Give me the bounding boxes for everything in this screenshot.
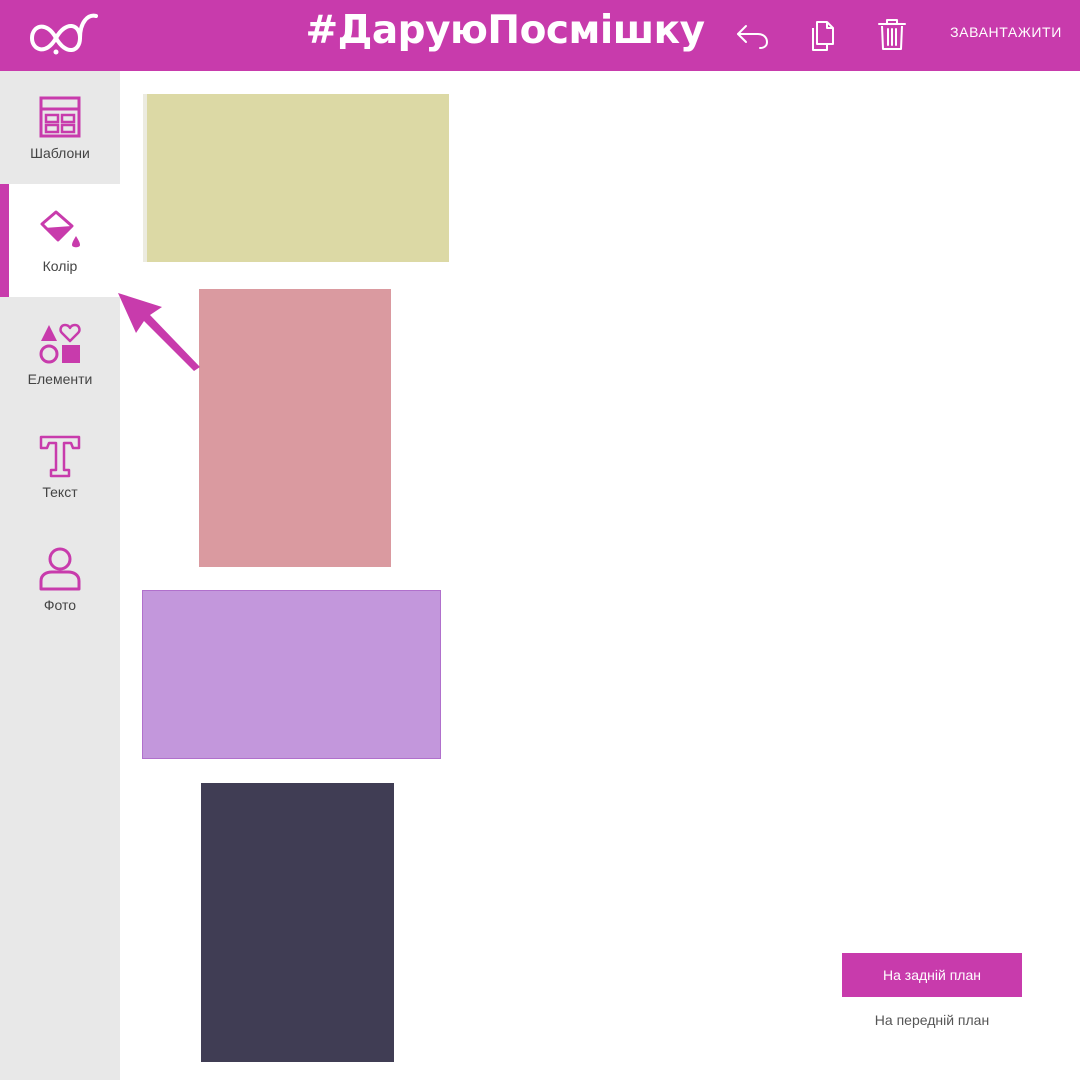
color-swatch-dusty-pink[interactable] (199, 289, 391, 567)
color-swatch-lavender[interactable] (142, 590, 441, 759)
campaign-title: #ДаруюПосмішку (305, 8, 705, 53)
sidebar-item-label: Колір (42, 258, 78, 274)
text-icon (38, 434, 82, 478)
send-to-back-button[interactable]: На задній план (842, 953, 1022, 997)
user-icon (38, 547, 82, 591)
active-indicator (0, 184, 9, 297)
editor-app: #ДаруюПосмішку ЗАВАНТАЖИТИ Шаблони Колір… (0, 0, 1080, 1080)
color-swatch-khaki[interactable] (143, 94, 449, 262)
sidebar-item-templates[interactable]: Шаблони (0, 71, 120, 184)
sidebar-item-text[interactable]: Текст (0, 410, 120, 523)
pointer-arrow-icon (118, 293, 200, 371)
sidebar-item-label: Шаблони (30, 145, 90, 161)
sidebar-item-photo[interactable]: Фото (0, 523, 120, 636)
sidebar-item-elements[interactable]: Елементи (0, 297, 120, 410)
duplicate-icon[interactable] (803, 14, 843, 54)
sidebar: Шаблони Колір Елементи Текст Фото (0, 71, 120, 1080)
sidebar-item-label: Текст (42, 484, 78, 500)
logo-icon[interactable] (26, 8, 102, 58)
undo-icon[interactable] (732, 14, 772, 54)
trash-icon[interactable] (872, 14, 912, 54)
sidebar-item-label: Фото (43, 597, 77, 613)
paint-bucket-icon (38, 208, 82, 252)
header-bar: #ДаруюПосмішку ЗАВАНТАЖИТИ (0, 0, 1080, 71)
shapes-icon (38, 321, 82, 365)
templates-icon (38, 95, 82, 139)
download-button[interactable]: ЗАВАНТАЖИТИ (940, 24, 1072, 40)
sidebar-item-label: Елементи (27, 371, 93, 387)
color-swatch-dark-slate[interactable] (201, 783, 394, 1062)
sidebar-item-color[interactable]: Колір (0, 184, 120, 297)
bring-to-front-button[interactable]: На передній план (842, 1008, 1022, 1034)
